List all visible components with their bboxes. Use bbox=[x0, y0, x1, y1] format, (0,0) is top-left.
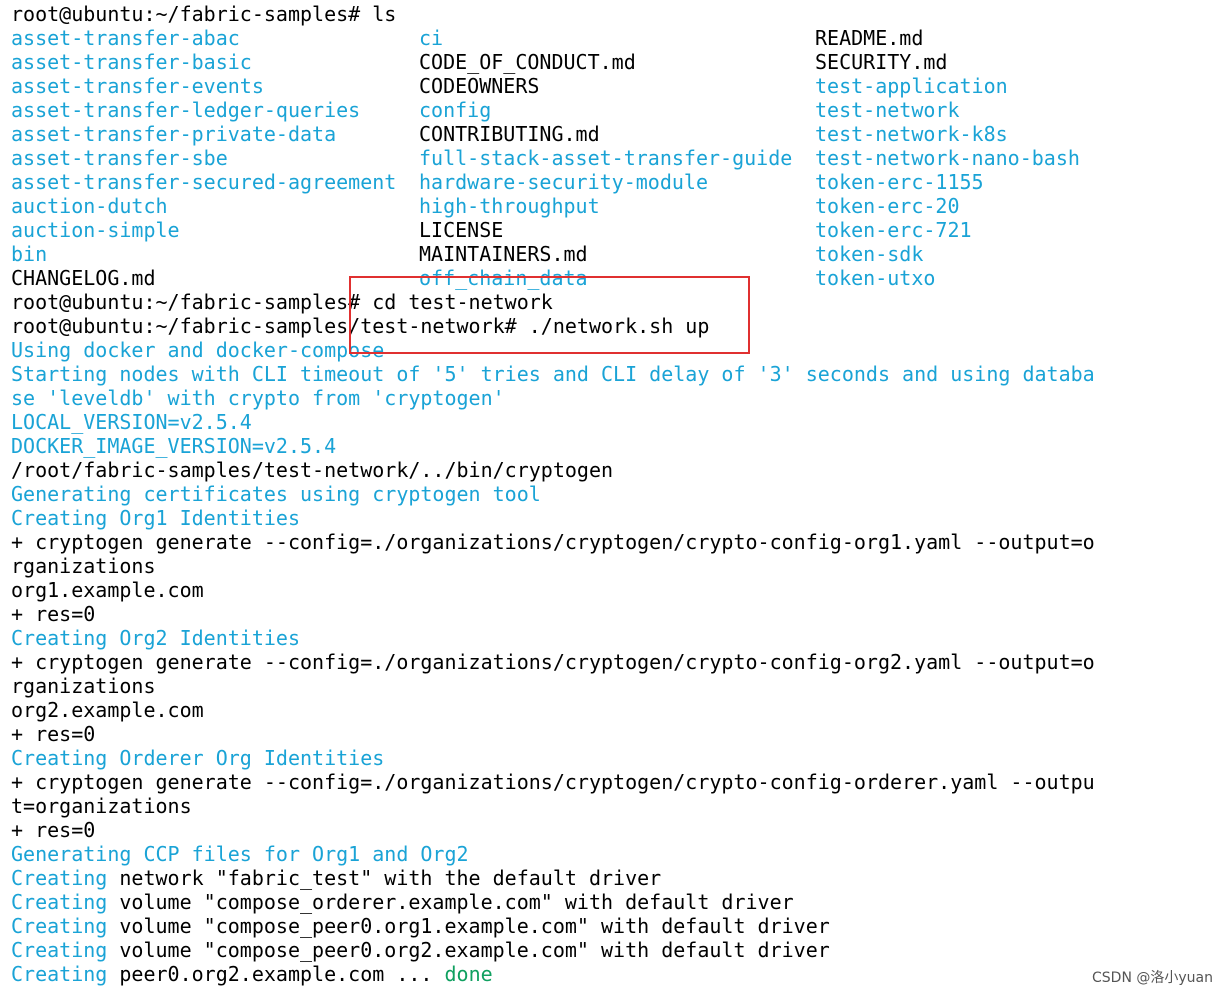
last-line-prefix: Creating bbox=[11, 962, 108, 986]
creating-line: Creating network "fabric_test" with the … bbox=[11, 866, 1221, 890]
creating-prefix: Creating bbox=[11, 890, 108, 914]
output-line: rganizations bbox=[11, 674, 156, 698]
command-output: root@ubuntu:~/fabric-samples# cd test-ne… bbox=[11, 290, 1221, 866]
creating-prefix: Creating bbox=[11, 866, 108, 890]
ls-row: asset-transfer-private-data CONTRIBUTING.… bbox=[11, 122, 1221, 146]
ls-entry: CODE_OF_CONDUCT.md bbox=[419, 50, 636, 74]
ls-entry: asset-transfer-secured-agreement bbox=[11, 170, 397, 194]
output-line: + res=0 bbox=[11, 722, 96, 746]
terminal-window[interactable]: root@ubuntu:~/fabric-samples# ls asset-t… bbox=[0, 0, 1229, 1000]
ls-entry: off_chain_data bbox=[419, 266, 588, 290]
output-line: + res=0 bbox=[11, 818, 96, 842]
ls-entry: token-sdk bbox=[815, 242, 924, 266]
ls-entry: token-erc-1155 bbox=[815, 170, 984, 194]
ls-entry: token-utxo bbox=[815, 266, 936, 290]
ls-row: asset-transfer-secured-agreement hardware… bbox=[11, 170, 1221, 194]
last-line-status: done bbox=[444, 962, 493, 986]
output-line: /root/fabric-samples/test-network/../bin… bbox=[11, 458, 614, 482]
ls-entry: asset-transfer-private-data bbox=[11, 122, 337, 146]
creating-prefix: Creating bbox=[11, 938, 108, 962]
ls-entry: test-network bbox=[815, 98, 960, 122]
ls-entry: config bbox=[419, 98, 492, 122]
output-line: + cryptogen generate --config=./organiza… bbox=[11, 650, 1095, 674]
ls-entry: SECURITY.md bbox=[815, 50, 948, 74]
ls-entry: asset-transfer-basic bbox=[11, 50, 252, 74]
output-line: + cryptogen generate --config=./organiza… bbox=[11, 770, 1095, 794]
ls-row: auction-simple LICENSE token-erc-721 bbox=[11, 218, 1221, 242]
output-line: org2.example.com bbox=[11, 698, 204, 722]
ls-row: asset-transfer-events CODEOWNERS test-appl… bbox=[11, 74, 1221, 98]
ls-entry: auction-dutch bbox=[11, 194, 168, 218]
ls-entry: ci bbox=[419, 26, 444, 50]
ls-entry: CHANGELOG.md bbox=[11, 266, 156, 290]
ls-entry: asset-transfer-events bbox=[11, 74, 264, 98]
ls-row: auction-dutch high-throughput token-erc-20 bbox=[11, 194, 1221, 218]
ls-row: asset-transfer-ledger-queries config test-… bbox=[11, 98, 1221, 122]
output-line: Using docker and docker-compose bbox=[11, 338, 385, 362]
watermark: CSDN @洛小yuan bbox=[1092, 970, 1213, 986]
creating-line: Creating volume "compose_peer0.org2.exam… bbox=[11, 938, 1221, 962]
ls-entry: test-network-k8s bbox=[815, 122, 1008, 146]
output-line: Generating CCP files for Org1 and Org2 bbox=[11, 842, 469, 866]
output-line: org1.example.com bbox=[11, 578, 204, 602]
ls-row: CHANGELOG.md off_chain_data token-utxo bbox=[11, 266, 1221, 290]
ls-entry: bin bbox=[11, 242, 48, 266]
output-line: root@ubuntu:~/fabric-samples/test-networ… bbox=[11, 314, 710, 338]
output-line: Creating Org2 Identities bbox=[11, 626, 300, 650]
output-line: root@ubuntu:~/fabric-samples# cd test-ne… bbox=[11, 290, 553, 314]
ls-entry: asset-transfer-ledger-queries bbox=[11, 98, 361, 122]
output-line: LOCAL_VERSION=v2.5.4 bbox=[11, 410, 252, 434]
ls-entry: hardware-security-module bbox=[419, 170, 708, 194]
creating-output: Creating network "fabric_test" with the … bbox=[11, 866, 1221, 962]
creating-rest: volume "compose_orderer.example.com" wit… bbox=[107, 890, 794, 914]
output-line: rganizations bbox=[11, 554, 156, 578]
ls-row: bin MAINTAINERS.md token-sdk bbox=[11, 242, 1221, 266]
ls-entry: asset-transfer-sbe bbox=[11, 146, 228, 170]
terminal-output: root@ubuntu:~/fabric-samples# ls asset-t… bbox=[11, 2, 1221, 986]
last-line-middle: peer0.org2.example.com ... bbox=[107, 962, 445, 986]
creating-rest: volume "compose_peer0.org2.example.com" … bbox=[107, 938, 830, 962]
ls-entry: MAINTAINERS.md bbox=[419, 242, 588, 266]
ls-row: asset-transfer-abac ci README.md bbox=[11, 26, 1221, 50]
ls-entry: auction-simple bbox=[11, 218, 180, 242]
ls-entry: full-stack-asset-transfer-guide bbox=[419, 146, 793, 170]
output-line: Starting nodes with CLI timeout of '5' t… bbox=[11, 362, 1095, 386]
ls-entry: token-erc-721 bbox=[815, 218, 972, 242]
output-line: se 'leveldb' with crypto from 'cryptogen… bbox=[11, 386, 505, 410]
ls-entry: high-throughput bbox=[419, 194, 600, 218]
ls-row: asset-transfer-basic CODE_OF_CONDUCT.md SE… bbox=[11, 50, 1221, 74]
output-line: + res=0 bbox=[11, 602, 96, 626]
output-line: t=organizations bbox=[11, 794, 192, 818]
ls-entry: README.md bbox=[815, 26, 924, 50]
ls-entry: LICENSE bbox=[419, 218, 504, 242]
output-line: Creating Orderer Org Identities bbox=[11, 746, 385, 770]
output-line: + cryptogen generate --config=./organiza… bbox=[11, 530, 1095, 554]
ls-listing: asset-transfer-abac ci README.md asset-tran… bbox=[11, 26, 1221, 290]
output-line: Generating certificates using cryptogen … bbox=[11, 482, 541, 506]
output-line: Creating Org1 Identities bbox=[11, 506, 300, 530]
ls-entry: CONTRIBUTING.md bbox=[419, 122, 600, 146]
ls-entry: asset-transfer-abac bbox=[11, 26, 240, 50]
prompt-line-ls: root@ubuntu:~/fabric-samples# ls bbox=[11, 2, 397, 26]
creating-prefix: Creating bbox=[11, 914, 108, 938]
last-line: Creating peer0.org2.example.com ... done bbox=[11, 962, 1221, 986]
creating-line: Creating volume "compose_orderer.example… bbox=[11, 890, 1221, 914]
ls-entry: test-network-nano-bash bbox=[815, 146, 1080, 170]
ls-row: asset-transfer-sbe full-stack-asset-trans… bbox=[11, 146, 1221, 170]
ls-entry: CODEOWNERS bbox=[419, 74, 540, 98]
creating-rest: volume "compose_peer0.org1.example.com" … bbox=[107, 914, 830, 938]
creating-line: Creating volume "compose_peer0.org1.exam… bbox=[11, 914, 1221, 938]
output-line: DOCKER_IMAGE_VERSION=v2.5.4 bbox=[11, 434, 337, 458]
creating-rest: network "fabric_test" with the default d… bbox=[107, 866, 662, 890]
ls-entry: token-erc-20 bbox=[815, 194, 960, 218]
ls-entry: test-application bbox=[815, 74, 1008, 98]
